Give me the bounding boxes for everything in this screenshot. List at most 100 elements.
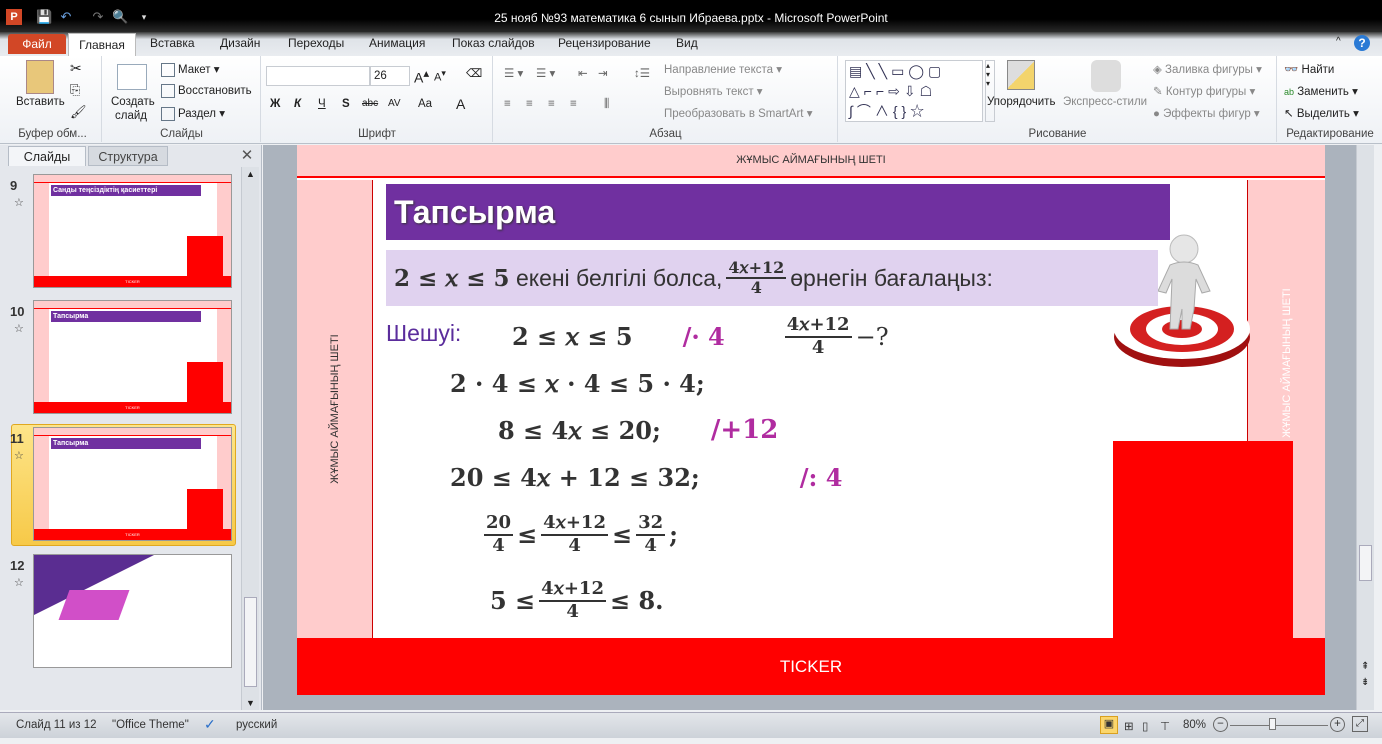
increase-indent-icon[interactable]: ⇥ [598,66,608,80]
zoom-in-icon[interactable]: + [1330,717,1345,732]
tab-design[interactable]: Дизайн [220,36,260,50]
slide-title[interactable]: Тапсырма [386,184,1170,240]
scroll-thumb[interactable] [1359,545,1372,581]
replace-icon: ab [1284,87,1295,97]
previous-slide-icon[interactable]: ⇞ [1361,661,1369,672]
tab-animation[interactable]: Анимация [369,36,425,50]
font-size-select[interactable]: 26 [370,66,410,86]
numbering-icon[interactable]: ☰ ▾ [536,66,555,80]
slide-canvas[interactable]: ЖҰМЫС АЙМАҒЫНЫҢ ШЕТІ ЖҰМЫС АЙМАҒЫНЫҢ ШЕТ… [297,145,1325,695]
tab-home[interactable]: Главная [68,33,136,56]
close-pane-icon[interactable]: ✕ [238,146,256,166]
shape-effects-button[interactable]: ● Эффекты фигур ▾ [1153,106,1260,120]
scroll-up-icon[interactable]: ▲ [246,169,255,179]
new-slide-button-line2[interactable]: слайд [115,110,147,122]
bullets-icon[interactable]: ☰ ▾ [504,66,523,80]
binoculars-icon: 👓 [1284,64,1299,76]
slide-thumbnail-10[interactable]: Тапсырма TICKER [33,300,232,414]
smartart-button[interactable]: Преобразовать в SmartArt ▾ [664,106,812,120]
zoom-slider[interactable] [1230,725,1328,726]
reading-view-icon[interactable]: ▯ [1142,719,1148,733]
theme-name[interactable]: "Office Theme" [112,719,189,731]
tab-file[interactable]: Файл [8,34,66,54]
clear-format-icon[interactable]: ⌫ [466,66,482,80]
char-spacing-button[interactable]: AV [388,98,401,109]
align-left-icon[interactable]: ≡ [504,98,511,110]
align-center-icon[interactable]: ≡ [526,98,533,110]
paste-button[interactable]: Вставить [16,96,65,108]
font-color-button[interactable]: A [456,96,465,112]
thumb-ticker: TICKER [34,529,231,540]
select-label: Выделить [1296,108,1350,120]
text-direction-button[interactable]: Направление текста ▾ [664,62,782,76]
replace-button[interactable]: ab Заменить ▾ [1284,84,1358,98]
math-fraction: 4𝑥+12 4 [539,578,606,622]
normal-view-icon[interactable]: ▣ [1100,716,1118,734]
zoom-out-icon[interactable]: − [1213,717,1228,732]
reset-button[interactable]: Восстановить [161,84,252,98]
tab-view[interactable]: Вид [676,36,698,50]
group-slides: Создать слайд Макет ▾ Восстановить Разде… [103,56,261,142]
language[interactable]: русский [236,719,277,731]
find-button[interactable]: 👓 Найти [1284,62,1334,76]
drawing-label: Рисование [1028,128,1087,140]
tab-slides[interactable]: Слайды [8,146,86,166]
slide-thumbnail-11[interactable]: Тапсырма TICKER [33,427,232,541]
fit-to-window-icon[interactable]: ⤢ [1352,716,1368,732]
editing-label: Редактирование [1286,128,1374,140]
math-fraction: 4𝑥+12 4 [784,314,852,358]
select-button[interactable]: ↖ Выделить ▾ [1284,106,1359,120]
tab-insert[interactable]: Вставка [150,36,195,50]
underline-button[interactable]: Ч [318,98,326,110]
task-statement[interactable]: 2 ≤ 𝑥 ≤ 5 екені белгілі болса, 4𝑥+12 4 өр… [386,250,1158,306]
new-slide-button[interactable]: Создать [111,96,155,108]
columns-icon[interactable]: ⫼ [604,98,609,111]
math-expr: 5 ≤ [490,586,536,616]
shadow-button[interactable]: S [342,98,350,110]
shapes-gallery[interactable]: ▤╲╲▭◯▢ △⌐⌐⇨⇩☖ ∫⌒∧{}☆ [845,60,983,122]
grow-font-icon[interactable]: A▴ [414,66,429,86]
tab-slideshow[interactable]: Показ слайдов [452,36,535,50]
tab-transitions[interactable]: Переходы [288,36,344,50]
shapes-gallery-scroll[interactable]: ▴ ▾ ▾ [985,60,995,122]
justify-icon[interactable]: ≡ [570,98,577,110]
slideshow-icon[interactable]: ⊤ [1160,719,1170,733]
bold-button[interactable]: Ж [270,98,280,110]
decrease-indent-icon[interactable]: ⇤ [578,66,588,80]
line-spacing-icon[interactable]: ↕☰ [634,66,650,80]
zoom-level[interactable]: 80% [1183,719,1206,731]
scroll-down-icon[interactable]: ▼ [246,698,255,708]
editor-scrollbar[interactable]: ⇞ ⇟ [1356,145,1374,710]
layout-button[interactable]: Макет ▾ [161,62,220,77]
scroll-thumb[interactable] [244,597,257,687]
tab-outline[interactable]: Структура [88,146,168,166]
cursor-icon: ↖ [1284,108,1294,120]
quick-styles-button[interactable]: Экспресс-стили [1063,96,1147,108]
minimize-ribbon-icon[interactable]: ^ [1336,36,1341,47]
spellcheck-icon[interactable]: ✓ [204,716,216,733]
italic-button[interactable]: К [294,98,301,110]
shape-fill-button[interactable]: ◈ Заливка фигуры ▾ [1153,62,1262,76]
slide-sorter-icon[interactable]: ⊞ [1124,719,1134,733]
help-icon[interactable]: ? [1354,35,1370,51]
cut-icon[interactable]: ✂ [70,60,82,77]
align-right-icon[interactable]: ≡ [548,98,555,110]
pane-scrollbar[interactable]: ▲ ▼ [241,167,259,710]
shrink-font-icon[interactable]: A▾ [434,68,446,84]
align-text-button[interactable]: Выровнять текст ▾ [664,84,763,98]
tab-review[interactable]: Рецензирование [558,36,651,50]
shape-outline-button[interactable]: ✎ Контур фигуры ▾ [1153,84,1255,98]
slide-thumbnail-9[interactable]: Санды теңсіздіктің қасиеттері TICKER [33,174,232,288]
arrange-button[interactable]: Упорядочить [987,96,1055,108]
strikethrough-button[interactable]: abc [362,98,378,109]
zoom-slider-thumb[interactable] [1269,718,1277,730]
format-painter-icon[interactable]: 🖌 [70,104,87,120]
font-name-select[interactable] [266,66,370,86]
math-fraction: 32 4 [636,512,666,556]
change-case-button[interactable]: Aa [418,98,432,110]
slide-thumbnail-12[interactable] [33,554,232,668]
next-slide-icon[interactable]: ⇟ [1361,677,1369,688]
task-fraction: 4𝑥+12 4 [726,258,787,298]
section-button[interactable]: Раздел ▾ [161,106,225,121]
copy-icon[interactable]: ⎘ [70,82,80,98]
